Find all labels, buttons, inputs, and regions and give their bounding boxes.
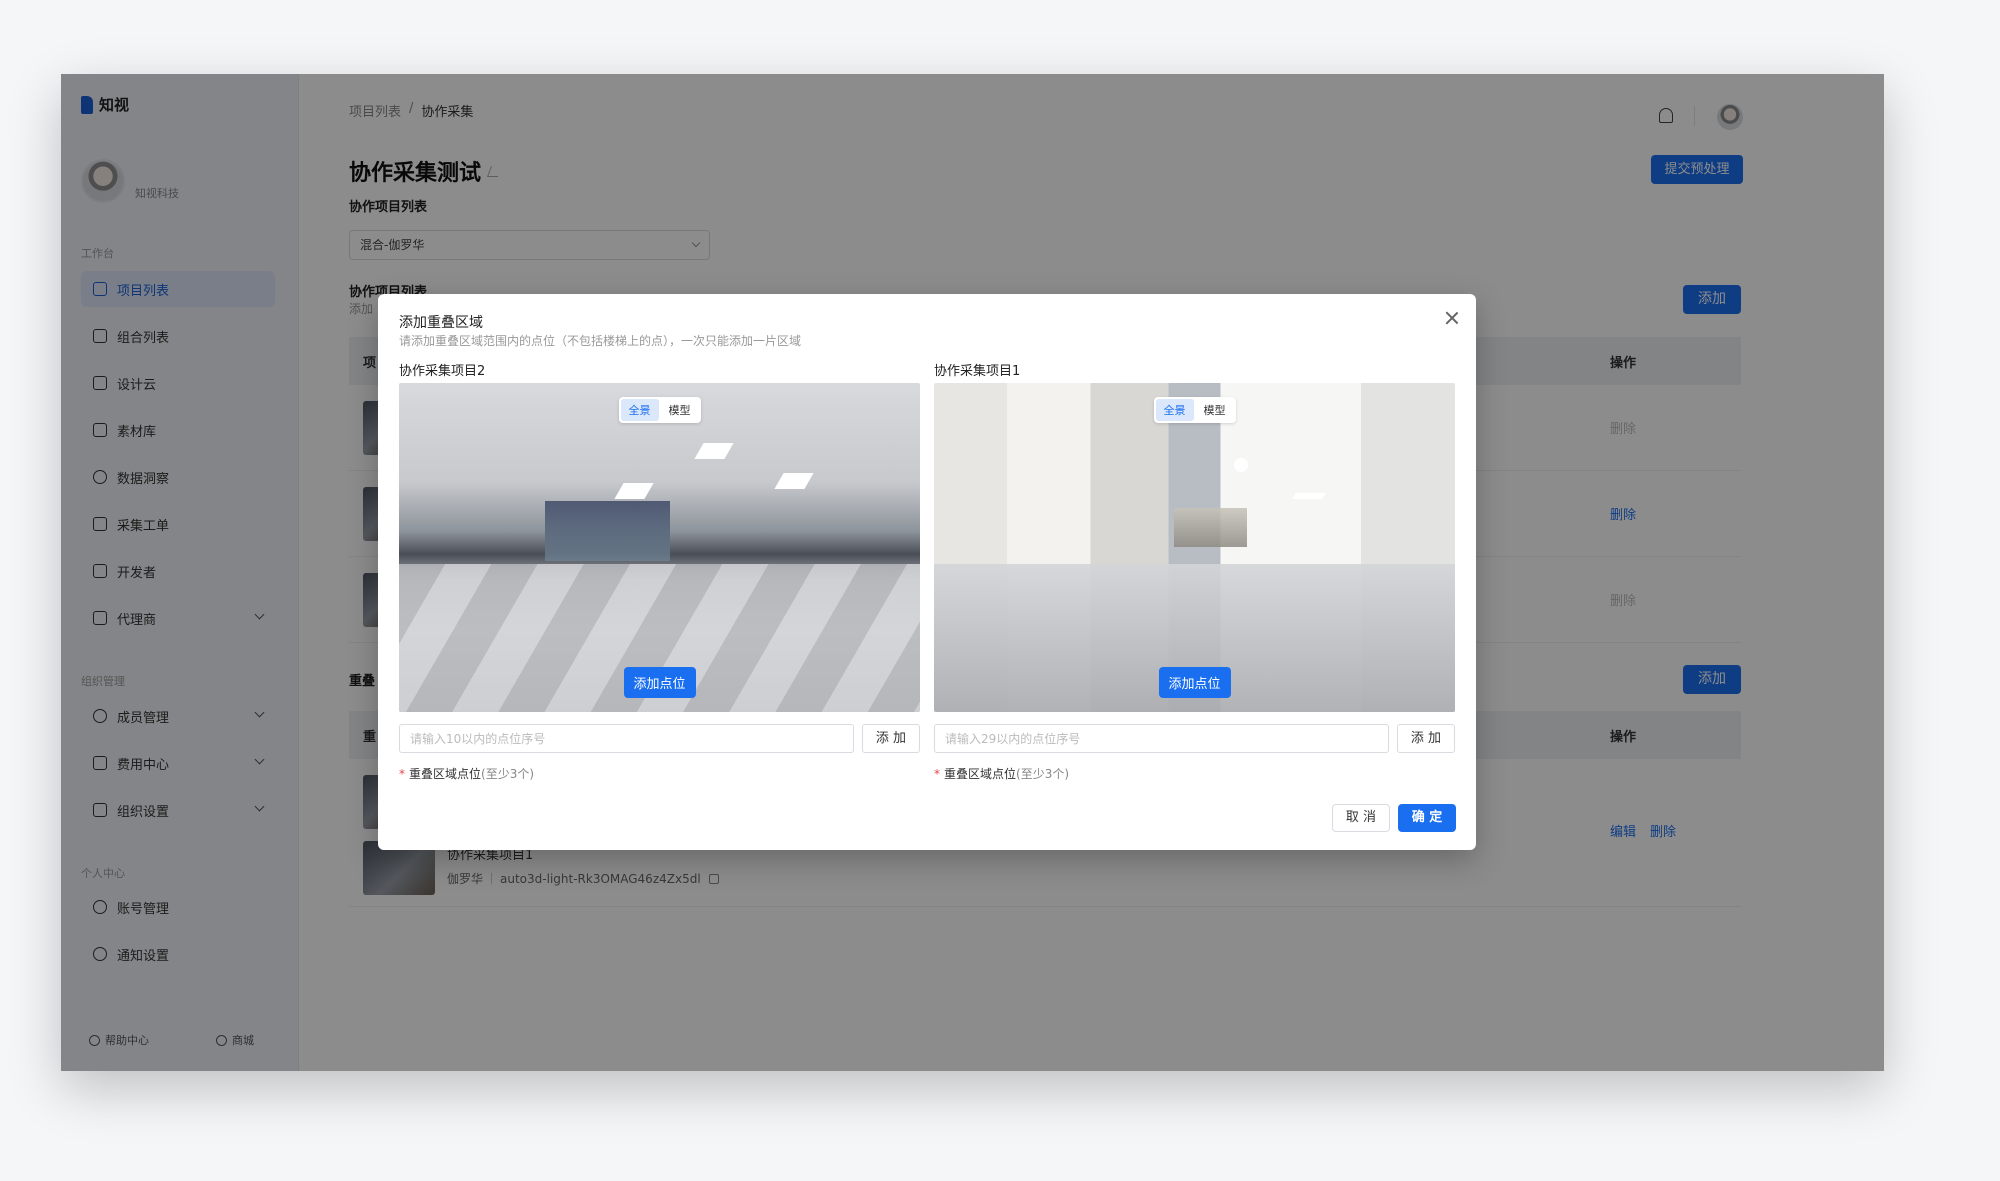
toggle-panorama[interactable]: 全景 (620, 399, 659, 421)
cancel-button[interactable]: 取 消 (1332, 804, 1390, 832)
add-overlap-dialog: 添加重叠区域 请添加重叠区域范围内的点位（不包括楼梯上的点），一次只能添加一片区… (378, 294, 1476, 850)
overlap-points-text: 重叠区域点位 (944, 767, 1017, 781)
add-index-button[interactable]: 添 加 (862, 724, 920, 753)
panorama-entrance (544, 501, 670, 561)
ceiling-light (774, 473, 814, 489)
point-index-input[interactable] (934, 724, 1389, 753)
panel-project-1: 协作采集项目1 全景 模型 添加点位 添 加 * 重叠区域点位(至少3个) (934, 360, 1455, 782)
ceiling-light (1234, 458, 1248, 472)
point-index-input[interactable] (399, 724, 854, 753)
panorama-corridor (1173, 508, 1247, 548)
add-point-button[interactable]: 添加点位 (1158, 667, 1231, 698)
toggle-panorama[interactable]: 全景 (1155, 399, 1194, 421)
add-index-button[interactable]: 添 加 (1397, 724, 1455, 753)
toggle-model[interactable]: 模型 (661, 399, 699, 421)
panel-title: 协作采集项目1 (934, 364, 1021, 379)
overlap-points-label: * 重叠区域点位(至少3个) (934, 765, 1455, 782)
panel-title: 协作采集项目2 (399, 364, 486, 379)
panel-project-2: 协作采集项目2 全景 模型 添加点位 添 加 * 重叠区域点位(至少3个) (399, 360, 920, 782)
overlap-points-label: * 重叠区域点位(至少3个) (399, 765, 920, 782)
close-icon[interactable] (1444, 310, 1460, 326)
point-input-row: 添 加 (934, 724, 1455, 753)
view-toggle: 全景 模型 (618, 397, 701, 423)
toggle-model[interactable]: 模型 (1196, 399, 1234, 421)
panorama-viewer[interactable]: 全景 模型 添加点位 (399, 383, 920, 712)
point-input-row: 添 加 (399, 724, 920, 753)
overlap-points-hint: (至少3个) (481, 767, 535, 781)
ceiling-light (614, 483, 654, 499)
confirm-button[interactable]: 确 定 (1398, 804, 1456, 832)
ceiling-light (694, 443, 734, 459)
ceiling-light (1292, 493, 1326, 499)
overlap-points-hint: (至少3个) (1016, 767, 1070, 781)
app-window: 知视 知视科技 工作台 项目列表 组合列表 设计云 素材库 数据洞察 采集工单 … (61, 74, 1884, 1071)
required-mark: * (934, 767, 940, 781)
required-mark: * (399, 767, 405, 781)
panorama-viewer[interactable]: 全景 模型 添加点位 (934, 383, 1455, 712)
dialog-description: 请添加重叠区域范围内的点位（不包括楼梯上的点），一次只能添加一片区域 (399, 334, 802, 348)
add-point-button[interactable]: 添加点位 (623, 667, 696, 698)
dialog-title: 添加重叠区域 (399, 315, 483, 331)
overlap-points-text: 重叠区域点位 (409, 767, 482, 781)
view-toggle: 全景 模型 (1153, 397, 1236, 423)
